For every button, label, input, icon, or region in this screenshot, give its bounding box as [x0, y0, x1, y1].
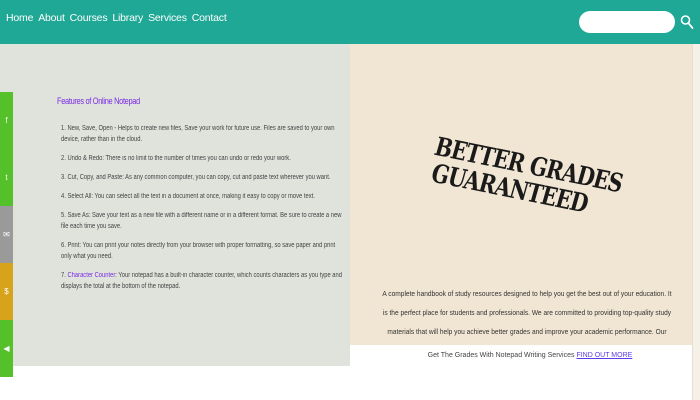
- email-share-button[interactable]: ✉: [0, 206, 13, 263]
- cta-text: Get The Grades With Notepad Writing Serv…: [427, 352, 575, 359]
- find-out-more-link[interactable]: FIND OUT MORE: [576, 352, 632, 359]
- nav-about-link[interactable]: About: [38, 12, 65, 24]
- nav-services-link[interactable]: Services: [148, 12, 187, 24]
- main-nav: Home About Courses Library Services Cont…: [6, 12, 227, 24]
- feature-item: 1. New, Save, Open - Helps to create new…: [61, 125, 335, 143]
- facebook-share-button[interactable]: f: [0, 92, 13, 149]
- speaker-icon: ◀: [3, 344, 10, 353]
- cta-line: Get The Grades With Notepad Writing Serv…: [370, 352, 690, 359]
- feature-item: 4. Select All: You can select all the te…: [61, 193, 315, 200]
- feature-item: 2. Undo & Redo: There is no limit to the…: [61, 155, 291, 162]
- speaker-share-button[interactable]: ◀: [0, 320, 13, 377]
- feature-item: 3. Cut, Copy, and Paste: As any common c…: [61, 174, 331, 181]
- share-share-button[interactable]: $: [0, 263, 13, 320]
- features-list: 1. New, Save, Open - Helps to create new…: [57, 123, 342, 292]
- feature-item: 5. Save As: Save your text as a new file…: [61, 212, 342, 230]
- feature-item: 7. Character Counter: Your notepad has a…: [61, 270, 343, 292]
- nav-contact-link[interactable]: Contact: [192, 12, 227, 24]
- features-title: Features of Online Notepad: [57, 96, 140, 107]
- character-counter-link[interactable]: Character Counter: [67, 272, 115, 279]
- search-input[interactable]: [579, 11, 675, 33]
- search-icon[interactable]: [680, 14, 694, 30]
- twitter-share-button[interactable]: t: [0, 149, 13, 206]
- twitter-icon: t: [5, 173, 8, 182]
- features-section: Features of Online Notepad 1. New, Save,…: [57, 96, 342, 300]
- nav-courses-link[interactable]: Courses: [70, 12, 108, 24]
- share-icon: $: [4, 287, 9, 296]
- email-icon: ✉: [3, 230, 10, 239]
- nav-library-link[interactable]: Library: [112, 12, 143, 24]
- nav-home-link[interactable]: Home: [6, 12, 33, 24]
- features-panel-footer: [0, 366, 350, 400]
- vertical-scrollbar[interactable]: [692, 44, 700, 400]
- facebook-icon: f: [5, 116, 8, 125]
- top-navbar: Home About Courses Library Services Cont…: [0, 0, 700, 44]
- feature-item: 6. Print: You can print your notes direc…: [61, 242, 336, 260]
